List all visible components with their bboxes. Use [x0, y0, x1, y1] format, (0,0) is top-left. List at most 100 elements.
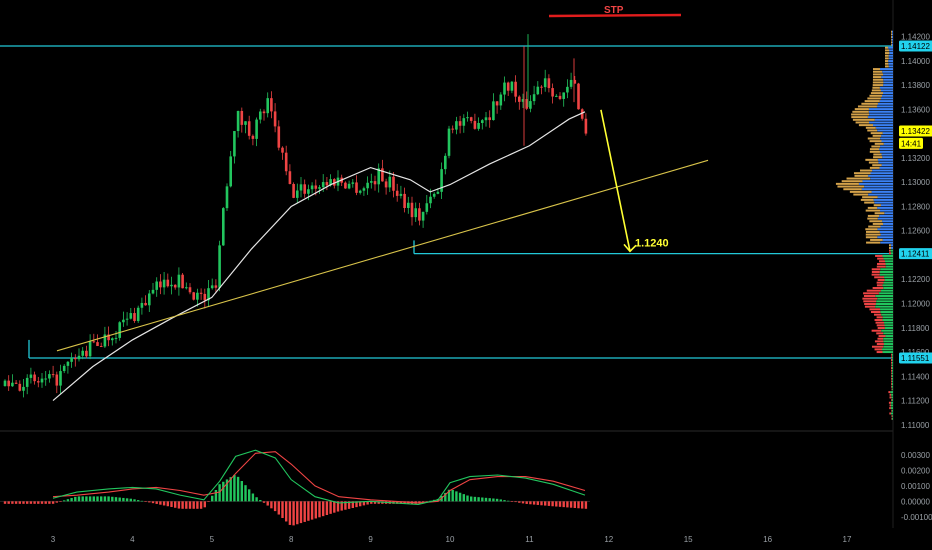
volume-profile-bar: [877, 236, 893, 239]
volume-profile-bar: [876, 284, 883, 287]
stop-annotation: STP: [604, 5, 624, 16]
candle-body: [469, 117, 473, 121]
candle-body: [355, 182, 358, 193]
volume-profile-bar: [891, 369, 892, 372]
macd-histogram-bar: [192, 501, 195, 509]
volume-profile-bar: [885, 65, 889, 68]
macd-histogram-bar: [188, 501, 192, 509]
volume-profile-bar: [868, 225, 881, 228]
volume-profile-bar: [876, 316, 883, 319]
time-tick-label: 15: [684, 535, 693, 544]
volume-profile-bar: [892, 415, 893, 418]
volume-profile-bar: [883, 343, 893, 346]
time-tick-label: 11: [525, 535, 534, 544]
candle-body: [125, 318, 129, 320]
volume-profile-bar: [888, 401, 891, 404]
volume-profile-bar: [880, 97, 893, 100]
volume-profile-bar: [880, 233, 893, 236]
macd-histogram-bar: [159, 501, 162, 505]
candle-body: [210, 285, 214, 289]
macd-histogram-bar: [532, 501, 536, 505]
candle-body: [277, 126, 281, 148]
forex-chart: 1.1240 STP 1.14200 1.14000 1.13800 1.13600 1.1…: [0, 0, 932, 544]
candle-body: [418, 208, 421, 221]
price-tick-label: 1.14000: [901, 57, 930, 66]
macd-histogram-bar: [569, 501, 573, 508]
candle-body: [284, 152, 288, 172]
volume-profile-bar: [891, 353, 892, 356]
volume-profile-bar: [881, 76, 893, 79]
macd-tick-label: -0.00100: [901, 513, 932, 522]
volume-profile-bar: [869, 140, 882, 143]
volume-profile-bar: [879, 150, 893, 153]
price-tick-label: 1.12600: [901, 227, 930, 236]
volume-profile-bar: [872, 68, 881, 71]
candle-body: [518, 96, 521, 102]
candle-body: [111, 338, 114, 341]
volume-profile-bar: [871, 273, 880, 276]
volume-profile-bar: [883, 84, 893, 87]
macd-histogram-bar: [74, 496, 77, 502]
candle-body: [266, 98, 269, 114]
macd-histogram-bar: [495, 498, 499, 502]
volume-profile-bar: [880, 137, 893, 140]
volume-profile-bar: [877, 337, 884, 340]
volume-profile-bar: [889, 407, 891, 410]
volume-profile-bar: [851, 116, 868, 119]
macd-histogram-bar: [240, 481, 243, 502]
time-tick-label: 8: [289, 535, 294, 544]
volume-profile-bar: [891, 409, 893, 412]
candle-body: [584, 118, 588, 134]
macd-histogram-bar: [514, 501, 517, 503]
candle-body: [492, 101, 495, 121]
volume-profile-bar: [865, 233, 881, 236]
candle-body: [48, 374, 51, 379]
volume-profile-bar: [882, 254, 893, 257]
volume-profile: [835, 30, 893, 420]
macd-histogram-bar: [96, 496, 99, 502]
volume-profile-bar: [868, 110, 893, 113]
time-tick-label: 17: [843, 535, 852, 544]
candle-body: [14, 382, 18, 384]
macd-histogram-bar: [211, 495, 214, 502]
macd-histogram-bar: [11, 501, 14, 504]
candle-body: [140, 302, 144, 308]
candle-body: [40, 378, 44, 383]
candle-body: [303, 184, 306, 194]
macd-histogram-bar: [544, 501, 547, 506]
volume-profile-bar: [883, 345, 893, 348]
macd-histogram-bar: [137, 500, 140, 502]
volume-profile-bar: [864, 185, 893, 188]
macd-histogram-bar: [44, 501, 47, 504]
price-tag-label: 1.13422: [901, 127, 930, 136]
candle-body: [410, 202, 414, 218]
volume-profile-bar: [876, 281, 884, 284]
candle-body: [514, 81, 517, 97]
price-tick-label: 1.11400: [901, 372, 930, 381]
macd-histogram-bar: [318, 501, 321, 518]
volume-profile-bar: [877, 158, 893, 161]
candle-body: [22, 386, 25, 391]
volume-profile-bar: [890, 249, 893, 252]
macd-histogram-bar: [7, 501, 10, 504]
candle-body: [74, 357, 77, 360]
volume-profile-bar: [869, 166, 880, 169]
volume-profile-bar: [863, 292, 879, 295]
candle-body: [214, 285, 218, 288]
volume-profile-bar: [883, 92, 893, 95]
volume-profile-bar: [890, 401, 893, 404]
volume-profile-bar: [876, 300, 893, 303]
volume-profile-bar: [882, 319, 893, 322]
candle-body: [325, 182, 329, 186]
volume-profile-bar: [876, 332, 884, 335]
macd-histogram-bar: [562, 501, 565, 508]
candle-body: [114, 337, 118, 339]
price-tick-label: 1.11000: [901, 421, 930, 430]
macd-histogram-bar: [507, 500, 510, 502]
volume-profile-bar: [889, 246, 892, 249]
moving-average-line: [52, 111, 586, 402]
macd-histogram-bar: [573, 501, 576, 508]
volume-profile-bar: [891, 415, 893, 418]
volume-profile-bar: [879, 209, 893, 212]
volume-profile-bar: [877, 196, 893, 199]
